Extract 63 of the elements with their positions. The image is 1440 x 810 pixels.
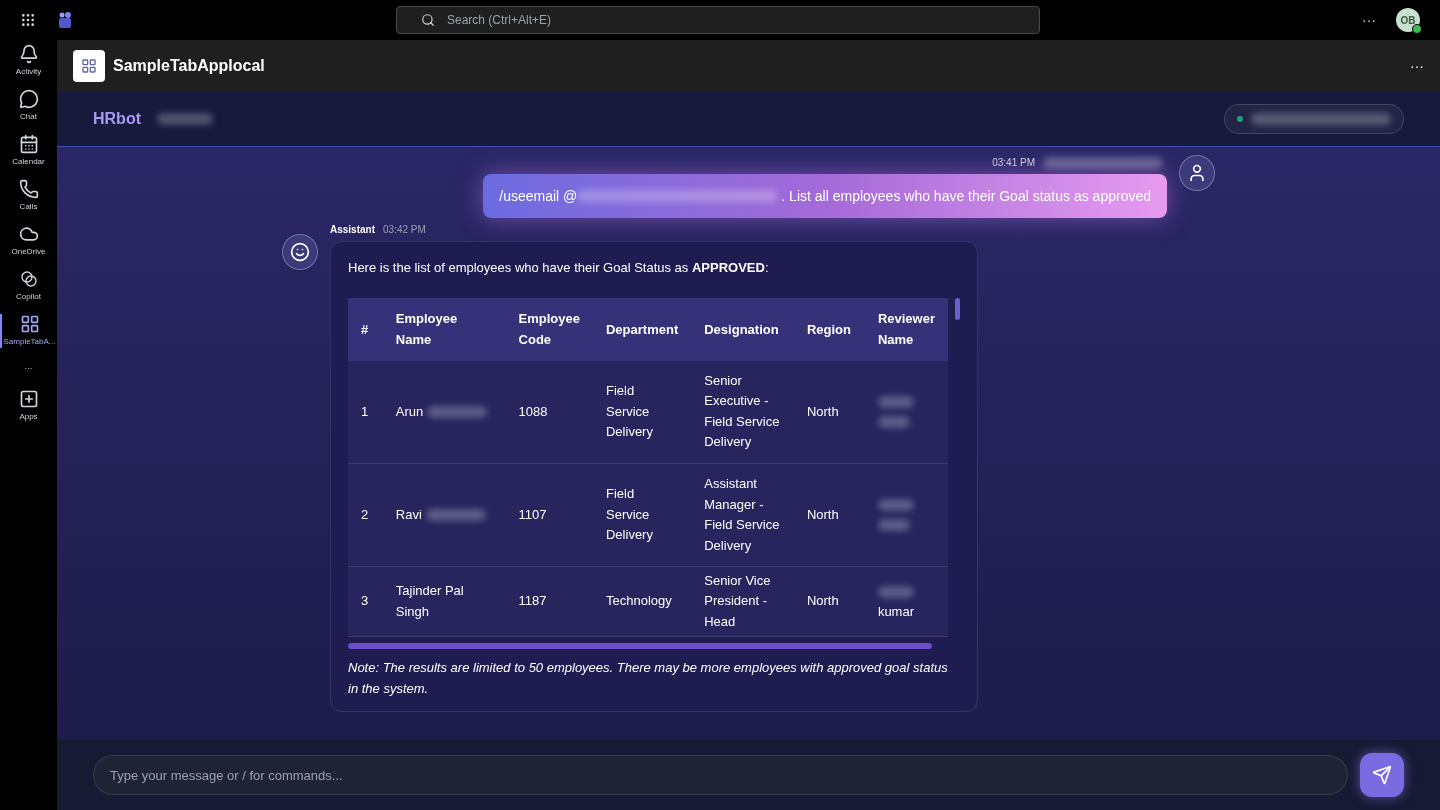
note-text: Note: The results are limited to 50 employees. There may be more employees with approved goal status in the system.	[348, 659, 949, 698]
rail-item[interactable]: Apps	[0, 389, 57, 424]
table-cell: Ravi	[395, 506, 422, 522]
message-time: 03:42 PM	[383, 223, 426, 237]
more-button[interactable]: ···	[1362, 10, 1376, 30]
app-launcher-icon[interactable]	[20, 12, 36, 28]
search-icon	[421, 13, 435, 27]
vertical-scrollbar[interactable]	[955, 297, 960, 320]
command-text: /useemail @	[499, 187, 578, 206]
rail-item[interactable]: Activity	[0, 44, 57, 78]
user-avatar	[1179, 155, 1215, 191]
message-text: Here is the list of employees who have their Goal Status as APPROVED:	[348, 259, 770, 277]
column-header: Department	[593, 297, 692, 361]
apps-icon	[19, 314, 40, 334]
send-button[interactable]	[1360, 753, 1404, 797]
column-header: Reviewer Name	[864, 297, 948, 361]
column-header: Employee Name	[382, 297, 506, 361]
add-icon	[18, 389, 39, 410]
horizontal-scrollbar[interactable]	[348, 643, 932, 649]
app-title: SampleTabApplocal	[113, 56, 265, 76]
table-cell: Senior Vice President - Head	[704, 572, 771, 629]
table-cell: 2	[361, 506, 369, 522]
table-cell: North	[806, 506, 839, 522]
column-header: Designation	[691, 297, 794, 361]
user-avatar[interactable]: OB	[1396, 8, 1420, 32]
table-cell-text: kumar	[877, 602, 915, 621]
table-cell: Field Service Delivery	[606, 486, 653, 543]
bell-icon	[18, 44, 39, 64]
table-cell: Assistant Manager - Field Service Delivery	[704, 476, 780, 553]
sender-name: Assistant	[330, 223, 375, 237]
send-icon	[1372, 765, 1392, 785]
rail-item[interactable]: Chat	[0, 89, 57, 123]
assistant-avatar	[282, 234, 318, 270]
message-time: 03:41 PM	[992, 156, 1035, 170]
rail-item[interactable]: Calls	[0, 179, 57, 213]
table-cell: Senior Executive - Field Service Delivery	[704, 372, 780, 450]
cloud-icon	[18, 224, 39, 244]
column-header: Region	[793, 297, 865, 361]
table-cell: 3	[361, 593, 369, 609]
rail-item[interactable]: ···	[0, 359, 57, 379]
table-cell: North	[806, 403, 839, 419]
rail-item[interactable]: Copilot	[0, 269, 57, 303]
table-cell: Arun	[395, 403, 424, 419]
table-cell: 1107	[518, 506, 547, 522]
more-button[interactable]: ···	[1410, 56, 1424, 76]
chat-icon	[18, 89, 39, 109]
table-cell: North	[806, 593, 839, 609]
column-header: #	[348, 297, 383, 361]
column-header: Employee Code	[505, 297, 593, 361]
copilot-icon	[18, 269, 39, 289]
table-cell: Technology	[606, 593, 672, 609]
table-cell: Field Service Delivery	[606, 383, 653, 439]
rail-item[interactable]: Calendar	[0, 134, 57, 168]
calendar-icon	[18, 134, 39, 154]
table-cell: 1088	[518, 403, 548, 419]
message-text: . List all employees who have their Goal status as approved	[781, 187, 1151, 206]
rail-item[interactable]: OneDrive	[0, 224, 57, 258]
table-cell: 1187	[518, 593, 547, 609]
app-logo	[73, 50, 105, 82]
phone-icon	[18, 179, 39, 199]
bot-name: HRbot	[93, 109, 141, 129]
table-cell: 1	[361, 403, 369, 419]
table-cell: Tajinder Pal Singh	[395, 583, 464, 619]
